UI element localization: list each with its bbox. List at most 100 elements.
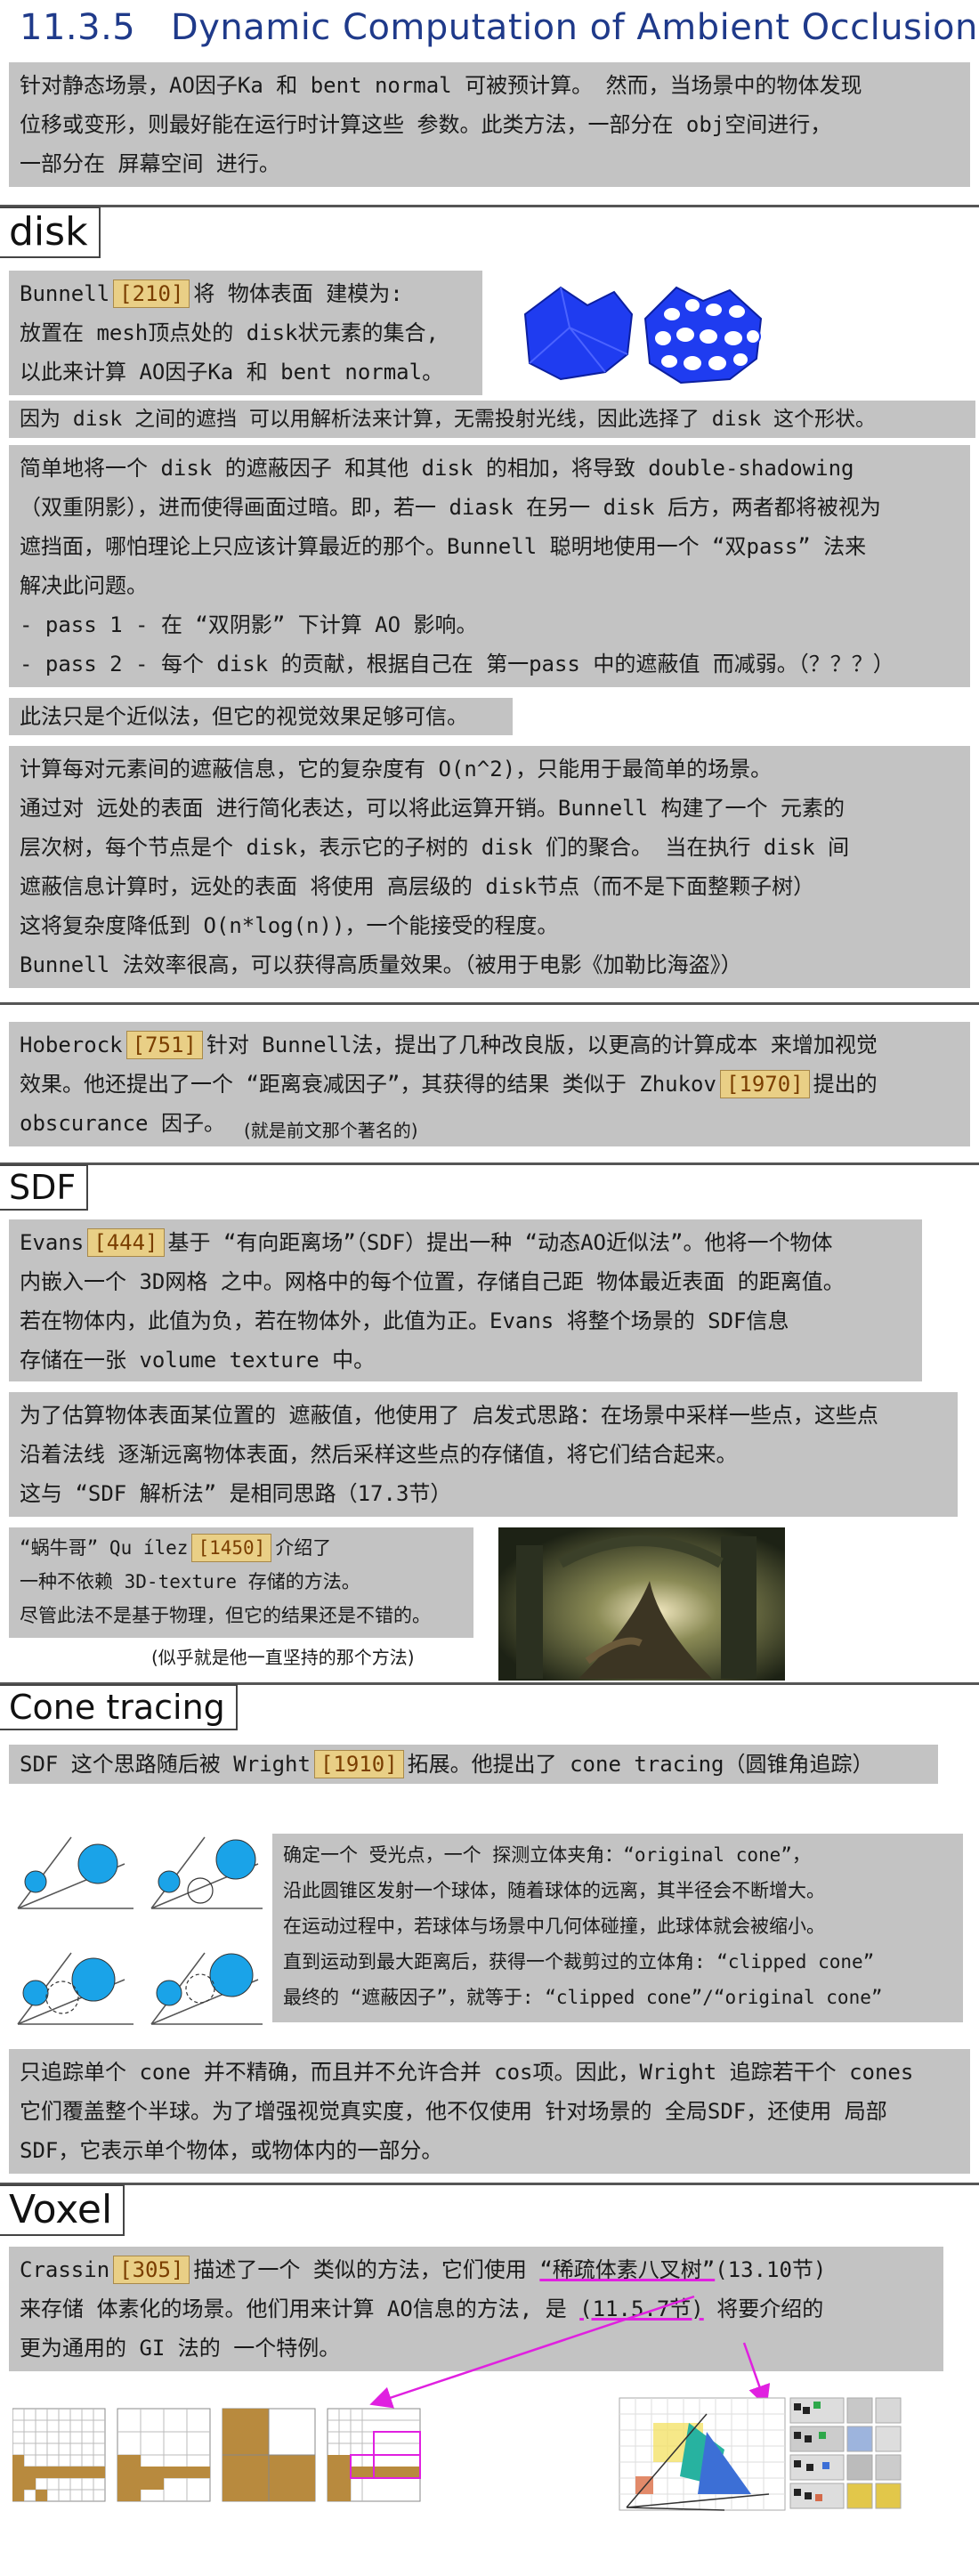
text: 效果。他还提出了一个 “距离衰减因子”，其获得的结果 类似于 Zhukov: [20, 1072, 716, 1097]
citation-link[interactable]: [1970]: [719, 1070, 810, 1098]
author: Evans: [20, 1230, 85, 1255]
text-line: 计算每对元素间的遮蔽信息，它的复杂度有 O(n^2)，只能用于最简单的场景。: [20, 757, 773, 782]
disk-shape-box: 因为 disk 之间的遮挡 可以用解析法来计算，无需投射光线，因此选择了 dis…: [9, 401, 975, 438]
section-heading-cone: Cone tracing: [0, 1684, 238, 1730]
text-line: 层次树，每个节点是个 disk，表示它的子树的 disk 们的聚合。 当在执行 …: [20, 835, 850, 860]
section-heading-voxel: Voxel: [0, 2184, 125, 2236]
text-line: 这与 “SDF 解析法” 是相同思路（17.3节）: [20, 1481, 452, 1506]
sphere: [22, 1980, 49, 2006]
text-line: 放置在 mesh顶点处的 disk状元素的集合,: [20, 320, 439, 345]
text-line: SDF，它表示单个物体，或物体内的一部分。: [20, 2138, 443, 2163]
text: 基于 “有向距离场”（SDF）提出一种 “动态AO近似法”。他将一个物体: [167, 1230, 833, 1255]
text-line: 解决此问题。: [20, 573, 148, 598]
text-line: 一种不依赖 3D-texture 存储的方法。: [20, 1571, 360, 1592]
voxel-grid-octree: [327, 2408, 421, 2502]
sphere: [215, 1839, 256, 1880]
author: “蜗牛哥” Qu ílez: [20, 1537, 189, 1559]
citation-link[interactable]: [444]: [87, 1228, 165, 1257]
voxel-grid-coarse: [222, 2408, 316, 2502]
sphere: [209, 1953, 254, 1997]
text: 拓展。他提出了 cone tracing（圆锥角追踪）: [407, 1752, 874, 1777]
text-line: 若在物体内，此值为负，若在物体外，此值为正。Evans 将整个场景的 SDF信息: [20, 1308, 789, 1333]
text: 针对 Bunnell法，提出了几种改良版，以更高的计算成本 来增加视觉: [206, 1033, 878, 1057]
text: SDF 这个思路随后被 Wright: [20, 1752, 311, 1777]
intro-line: 位移或变形，则最好能在运行时计算这些 参数。此类方法，一部分在 obj空间进行，: [20, 112, 832, 137]
section-title: Dynamic Computation of Ambient Occlusion: [170, 7, 978, 48]
text-line: 这将复杂度降低到 O(n*log(n))，一个能接受的程度。: [20, 913, 559, 938]
multi-cone-box: 只追踪单个 cone 并不精确，而且并不允许合并 cos项。因此，Wright …: [9, 2049, 970, 2174]
citation-link[interactable]: [210]: [113, 279, 190, 308]
sphere: [156, 1980, 182, 2006]
divider: [0, 1162, 979, 1165]
text-line: 尽管此法不是基于物理，但它的结果还是不错的。: [20, 1605, 431, 1626]
voxel-octree-figure: [12, 2408, 421, 2502]
text: 将 物体表面 建模为:: [193, 281, 403, 306]
text-line: 因为 disk 之间的遮挡 可以用解析法来计算，无需投射光线，因此选择了 dis…: [20, 408, 877, 431]
author: Bunnell: [20, 281, 110, 306]
approximation-box: 此法只是个近似法，但它的视觉效果足够可信。: [9, 698, 513, 735]
section-heading-disk: disk: [0, 207, 101, 258]
text-line: - pass 1 - 在 “双阴影” 下计算 AO 影响。: [20, 612, 478, 637]
annotation-note: (就是前文那个著名的): [244, 1120, 418, 1141]
section-heading-sdf: SDF: [0, 1164, 89, 1211]
text-line: 遮蔽信息计算时，远处的表面 将使用 高层级的 disk节点（而不是下面整颗子树）: [20, 874, 815, 899]
text-line: 最终的 “遮蔽因子”，就等于: “clipped cone”/“original…: [283, 1987, 883, 2008]
text-line: Bunnell 法效率很高，可以获得高质量效果。（被用于电影《加勒比海盗》）: [20, 952, 742, 977]
text-line: 只追踪单个 cone 并不精确，而且并不允许合并 cos项。因此，Wright …: [20, 2060, 914, 2085]
intro-box: 针对静态场景，AO因子Ka 和 bent normal 可被预计算。 然而，当场…: [9, 62, 970, 187]
text: obscurance 因子。: [20, 1111, 225, 1136]
cone-steps-box: 确定一个 受光点，一个 探测立体夹角：“original cone”， 沿此圆锥…: [272, 1834, 963, 2022]
disk-intro-box: Bunnell [210] 将 物体表面 建模为: 放置在 mesh顶点处的 dis…: [9, 271, 482, 395]
complexity-box: 计算每对元素间的遮蔽信息，它的复杂度有 O(n^2)，只能用于最简单的场景。 通…: [9, 746, 970, 988]
voxel-mip-figure: [789, 2397, 902, 2509]
citation-link[interactable]: [1450]: [191, 1534, 272, 1562]
text-line: 为了估算物体表面某位置的 遮蔽值，他使用了 启发式思路：在场景中采样一些点，这些…: [20, 1403, 878, 1428]
text-line: 简单地将一个 disk 的遮蔽因子 和其他 disk 的相加，将导致 doubl…: [20, 456, 854, 481]
wright-box: SDF 这个思路随后被 Wright [1910] 拓展。他提出了 cone tra…: [9, 1745, 938, 1784]
sdf-render-image: [498, 1527, 785, 1681]
text-line: 遮挡面，哪怕理论上只应该计算最近的那个。Bunnell 聪明地使用一个 “双pa…: [20, 534, 867, 559]
sphere: [158, 1870, 181, 1893]
evans-box: Evans [444] 基于 “有向距离场”（SDF）提出一种 “动态AO近似法”。…: [9, 1219, 922, 1381]
divider: [0, 2183, 979, 2185]
disk-model-figure: [523, 286, 763, 385]
quilez-box: “蜗牛哥” Qu ílez [1450] 介绍了 一种不依赖 3D-texture …: [9, 1527, 473, 1638]
voxel-grid-fine: [12, 2408, 106, 2502]
annotation-note: (似乎就是他一直坚持的那个方法): [151, 1647, 415, 1668]
annotation-arrows: [369, 2295, 771, 2409]
sphere: [24, 1870, 47, 1893]
sphere: [77, 1843, 118, 1884]
voxel-cone-figure: [619, 2397, 786, 2511]
text-line: 在运动过程中，若球体与场景中几何体碰撞，此球体就会被缩小。: [283, 1916, 825, 1937]
text: 介绍了: [275, 1537, 332, 1559]
voxel-grid-medium: [117, 2408, 211, 2502]
citation-link[interactable]: [751]: [125, 1031, 203, 1059]
text: 提出的: [813, 1072, 878, 1097]
cone-tracing-figure: [17, 1836, 263, 2025]
text-line: 存储在一张 volume texture 中。: [20, 1348, 376, 1373]
text-line: （双重阴影），进而使得画面过暗。即，若一 diask 在另一 disk 后方，两…: [20, 495, 881, 520]
intro-line: 一部分在 屏幕空间 进行。: [20, 151, 280, 176]
sdf-heuristic-box: 为了估算物体表面某位置的 遮蔽值，他使用了 启发式思路：在场景中采样一些点，这些…: [9, 1392, 958, 1517]
double-shadowing-box: 简单地将一个 disk 的遮蔽因子 和其他 disk 的相加，将导致 doubl…: [9, 445, 970, 687]
text-line: - pass 2 - 每个 disk 的贡献，根据自己在 第一pass 中的遮蔽…: [20, 652, 894, 676]
author: Hoberock: [20, 1033, 123, 1057]
section-number: 11.3.5: [20, 7, 136, 48]
citation-link[interactable]: [1910]: [313, 1750, 404, 1778]
text-line: 此法只是个近似法，但它的视觉效果足够可信。: [20, 704, 468, 729]
intro-line: 针对静态场景，AO因子Ka 和 bent normal 可被预计算。 然而，当场…: [20, 73, 862, 98]
text-line: 沿此圆锥区发射一个球体，随着球体的远离，其半径会不断增大。: [283, 1880, 825, 1901]
text-line: 确定一个 受光点，一个 探测立体夹角：“original cone”，: [283, 1844, 811, 1866]
divider: [0, 205, 979, 207]
text-line: 它们覆盖整个半球。为了增强视觉真实度，他不仅使用 针对场景的 全局SDF，还使用…: [20, 2099, 887, 2124]
divider: [0, 1002, 979, 1005]
text-line: 通过对 远处的表面 进行简化表达，可以将此运算开销。Bunnell 构建了一个 …: [20, 796, 845, 821]
sphere: [71, 1957, 116, 2002]
page-title: 11.3.5 Dynamic Computation of Ambient Oc…: [20, 7, 978, 48]
text-line: 以此来计算 AO因子Ka 和 bent normal。: [20, 360, 444, 385]
text-line: 直到运动到最大距离后，获得一个裁剪过的立体角: “clipped cone”: [283, 1951, 875, 1973]
blue-solid-model: [523, 286, 634, 381]
text-line: 内嵌入一个 3D网格 之中。网格中的每个位置，存储自己距 物体最近表面 的距离值…: [20, 1269, 845, 1294]
text-line: 沿着法线 逐渐远离物体表面，然后采样这些点的存储值，将它们结合起来。: [20, 1442, 738, 1467]
hoberock-box: Hoberock [751] 针对 Bunnell法，提出了几种改良版，以更高的计算…: [9, 1022, 970, 1146]
